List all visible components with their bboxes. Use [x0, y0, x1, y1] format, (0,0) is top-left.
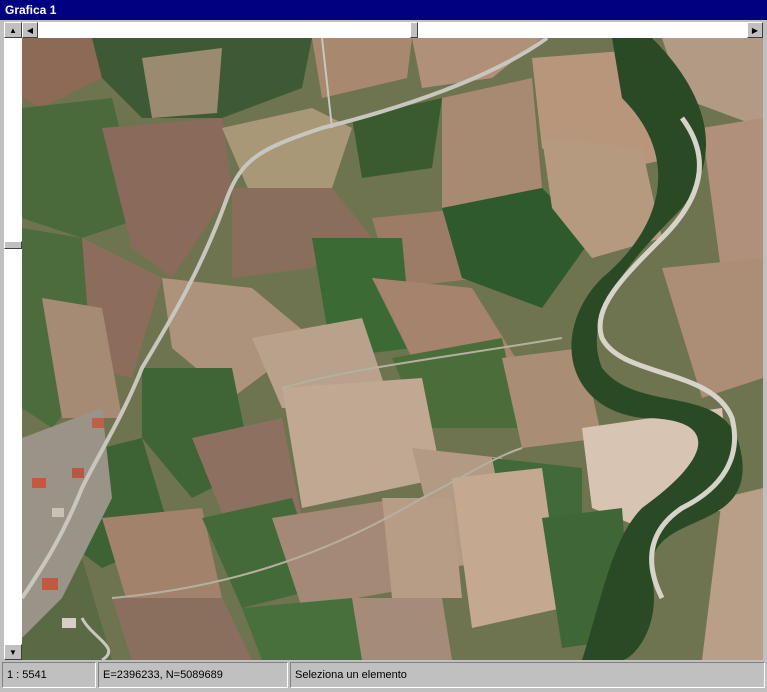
scale-readout: 1 : 5541	[2, 662, 96, 688]
scroll-right-button[interactable]: ▶	[747, 22, 763, 38]
status-bar: 1 : 5541 E=2396233, N=5089689 Seleziona …	[0, 662, 767, 692]
vertical-scrollbar[interactable]: ▼	[4, 38, 22, 660]
horizontal-scrollbar[interactable]: ▲ ◀ ▶	[4, 22, 763, 38]
scroll-up-button[interactable]: ▲	[4, 22, 22, 38]
window-title: Grafica 1	[0, 0, 767, 20]
arrow-down-icon: ▼	[9, 647, 17, 657]
arrow-left-icon: ◀	[26, 25, 34, 35]
horizontal-scroll-thumb[interactable]	[409, 22, 418, 38]
scroll-down-button[interactable]: ▼	[4, 644, 22, 660]
aerial-photo	[22, 38, 763, 660]
scroll-left-button[interactable]: ◀	[22, 22, 38, 38]
coordinates-readout: E=2396233, N=5089689	[98, 662, 288, 688]
arrow-up-icon: ▲	[9, 25, 17, 35]
status-message: Seleziona un elemento	[290, 662, 765, 688]
vertical-scroll-thumb[interactable]	[4, 241, 22, 250]
arrow-right-icon: ▶	[751, 25, 759, 35]
aerial-map[interactable]	[22, 38, 763, 660]
